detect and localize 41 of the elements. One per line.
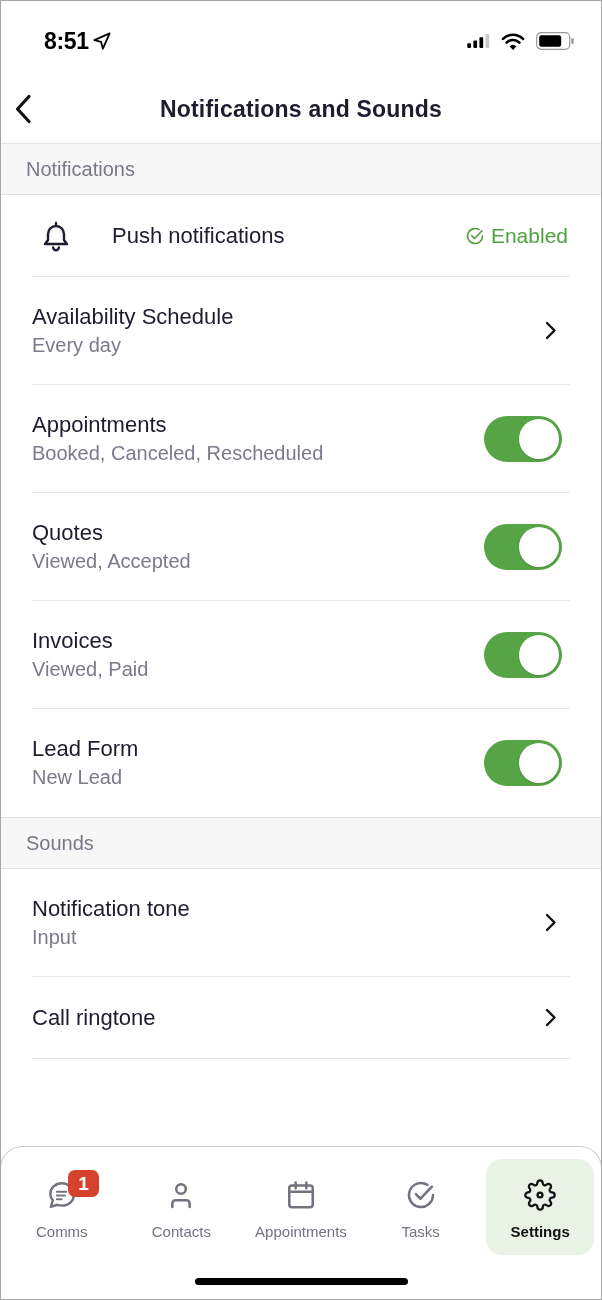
chevron-right-icon[interactable] (545, 321, 557, 340)
signal-icon (467, 34, 490, 48)
row-title: Invoices (32, 626, 114, 655)
row-subtitle: New Lead (32, 765, 124, 790)
tab-button[interactable]: Contacts (127, 1159, 236, 1255)
tab-button[interactable]: Appointments (247, 1159, 355, 1255)
notification-badge: 1 (68, 1170, 99, 1197)
toggle-switch[interactable] (484, 631, 562, 678)
row-title: Appointments (32, 410, 168, 439)
section-title: Notifications (26, 157, 135, 181)
check-circle-icon (464, 225, 485, 246)
row-subtitle: Every day (32, 332, 122, 358)
status-time: 8:51 (44, 27, 89, 55)
row-title: Quotes (32, 518, 104, 547)
battery-icon (536, 32, 574, 50)
row-subtitle: Input (32, 924, 78, 950)
settings-icon (524, 1179, 557, 1211)
toggle-switch[interactable] (484, 415, 562, 462)
back-button[interactable] (14, 94, 32, 124)
location-arrow-icon (92, 32, 111, 50)
row-title: Push notifications (112, 222, 285, 249)
tab-button[interactable]: Tasks (366, 1159, 475, 1255)
status-label: Enabled (490, 223, 568, 248)
row-subtitle: Booked, Canceled, Rescheduled (32, 440, 324, 466)
toggle-switch[interactable] (484, 740, 562, 786)
chevron-right-icon[interactable] (545, 1008, 557, 1027)
chevron-right-icon[interactable] (545, 913, 557, 932)
tab-button[interactable]: Settings (486, 1159, 594, 1255)
tab-button[interactable]: 1 Comms (8, 1159, 116, 1255)
row-title: Notification tone (32, 894, 190, 923)
calendar-icon (285, 1179, 317, 1211)
wifi-icon (501, 32, 525, 50)
row-subtitle: Viewed, Accepted (32, 548, 191, 574)
section-title: Sounds (26, 831, 94, 855)
row-title: Availability Schedule (32, 302, 234, 331)
chevron-left-icon (14, 94, 32, 124)
row-title: Call ringtone (32, 1003, 156, 1032)
toggle-switch[interactable] (484, 523, 562, 570)
page-title: Notifications and Sounds (159, 95, 443, 123)
row-subtitle: Viewed, Paid (32, 656, 149, 682)
row-title: Lead Form (32, 735, 139, 763)
